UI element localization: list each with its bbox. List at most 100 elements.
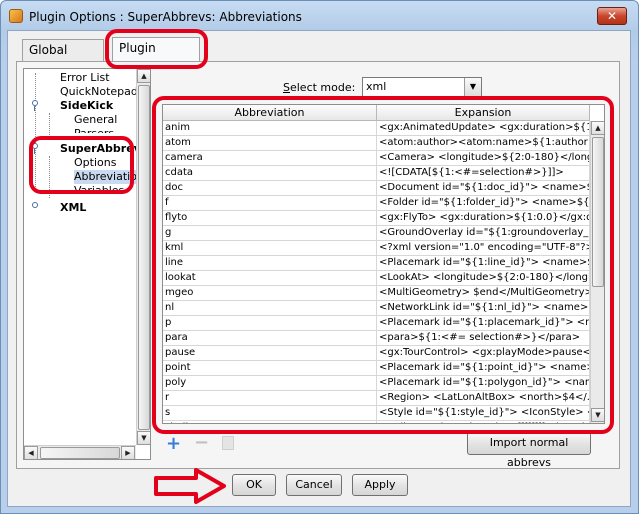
expansion-cell[interactable]: <Region> <LatLonAltBox> <north>$4</... <box>377 391 590 406</box>
table-row[interactable]: line <Placemark id="${1:line_id}"> <name>… <box>163 256 590 271</box>
expansion-cell[interactable]: <![CDATA[${1:<#=selection#>}]]> <box>377 166 590 181</box>
tree-item-general[interactable]: General <box>74 113 117 127</box>
superabbrevs-expander-icon[interactable] <box>32 143 38 149</box>
abbreviation-cell[interactable]: cdata <box>163 166 377 181</box>
expansion-cell[interactable]: <para>${1:<#= selection#>}</para> <box>377 331 590 346</box>
abbreviation-cell[interactable]: pause <box>163 346 377 361</box>
expansion-cell[interactable]: <?xml version="1.0" encoding="UTF-8"?>..… <box>377 241 590 256</box>
expansion-cell[interactable]: <gx:AnimatedUpdate> <gx:duration>${1:... <box>377 121 590 136</box>
abbreviation-cell[interactable]: para <box>163 331 377 346</box>
table-row[interactable]: cdata <![CDATA[${1:<#=selection#>}]]> <box>163 166 590 181</box>
tree-item-xml[interactable]: XML <box>60 201 86 215</box>
abbreviation-cell[interactable]: flyto <box>163 211 377 226</box>
mode-combobox[interactable]: xml ▼ <box>362 77 482 97</box>
scroll-right-icon[interactable]: ▶ <box>121 446 135 459</box>
tree-item-quicknotepad[interactable]: QuickNotepad <box>60 85 138 99</box>
abbreviation-cell[interactable]: p <box>163 316 377 331</box>
tree-item-parsers[interactable]: Parsers <box>74 127 114 133</box>
abbreviation-cell[interactable]: g <box>163 226 377 241</box>
scroll-left-icon[interactable]: ◀ <box>24 446 38 459</box>
expansion-cell[interactable]: <gx:TourControl> <gx:playMode>pause</... <box>377 346 590 361</box>
abbreviation-cell[interactable]: nl <box>163 301 377 316</box>
table-row[interactable]: mgeo <MultiGeometry> $end</MultiGeometry> <box>163 286 590 301</box>
apply-button[interactable]: Apply <box>352 474 408 496</box>
table-row[interactable]: para <para>${1:<#= selection#>}</para> <box>163 331 590 346</box>
table-scroll-down-icon[interactable]: ▼ <box>591 408 604 422</box>
abbreviation-cell[interactable]: lookat <box>163 271 377 286</box>
table-row[interactable]: f <Folder id="${1:folder_id}"> <name>${2:… <box>163 196 590 211</box>
tree-item-abbreviations[interactable]: Abbreviations <box>74 170 136 184</box>
table-row[interactable]: poly <Placemark id="${1:polygon_id}"> <na… <box>163 376 590 391</box>
table-row[interactable]: p <Placemark id="${1:placemark_id}"> <na.… <box>163 316 590 331</box>
tree-item-variables[interactable]: Variables <box>74 184 124 193</box>
abbreviation-cell[interactable]: r <box>163 391 377 406</box>
table-row[interactable]: nl <NetworkLink id="${1:nl_id}"> <name>${… <box>163 301 590 316</box>
scroll-down-icon[interactable]: ▼ <box>137 431 150 445</box>
expansion-cell[interactable]: <Folder id="${1:folder_id}"> <name>${2:f… <box>377 196 590 211</box>
tree-item-sidekick[interactable]: SideKick <box>60 99 113 113</box>
xml-expander-icon[interactable] <box>32 202 38 208</box>
expansion-cell[interactable]: <NetworkLink id="${1:nl_id}"> <name>${..… <box>377 301 590 316</box>
abbreviation-cell[interactable]: mgeo <box>163 286 377 301</box>
abbreviation-cell[interactable]: f <box>163 196 377 211</box>
table-scroll-thumb[interactable] <box>592 137 604 287</box>
import-normal-abbrevs-button[interactable]: Import normal abbrevs <box>467 432 591 469</box>
tree-hscroll-thumb[interactable] <box>40 447 120 459</box>
table-scroll-up-icon[interactable]: ▲ <box>591 121 604 135</box>
title-bar[interactable]: Plugin Options : SuperAbbrevs: Abbreviat… <box>1 1 638 31</box>
table-row[interactable]: doc <Document id="${1:doc_id}"> <name>${.… <box>163 181 590 196</box>
tree-scroll-thumb[interactable] <box>138 85 150 430</box>
expansion-cell[interactable]: <gx:FlyTo> <gx:duration>${1:0.0}</gx:dur… <box>377 211 590 226</box>
abbreviations-table[interactable]: Abbreviation Expansion anim <gx:AnimatedU… <box>162 104 605 424</box>
table-row[interactable]: r <Region> <LatLonAltBox> <north>$4</... <box>163 391 590 406</box>
edit-abbreviation-button[interactable] <box>222 436 234 450</box>
expansion-cell[interactable]: <BalloonStyle> <bgColor>ffffffff</bgColo… <box>377 421 590 423</box>
expansion-cell[interactable]: <atom:author><atom:name>${1:author n... <box>377 136 590 151</box>
remove-abbreviation-button[interactable]: − <box>194 434 209 452</box>
expansion-cell[interactable]: <GroundOverlay id="${1:groundoverlay_id.… <box>377 226 590 241</box>
abbreviation-cell[interactable]: line <box>163 256 377 271</box>
column-header-expansion[interactable]: Expansion <box>377 105 590 121</box>
column-header-abbreviation[interactable]: Abbreviation <box>163 105 377 121</box>
expansion-cell[interactable]: <Camera> <longitude>${2:0-180}</longit..… <box>377 151 590 166</box>
ok-button[interactable]: OK <box>232 474 276 496</box>
expansion-cell[interactable]: <Placemark id="${1:line_id}"> <name>${..… <box>377 256 590 271</box>
add-abbreviation-button[interactable]: + <box>166 435 181 453</box>
expansion-cell[interactable]: <Placemark id="${1:polygon_id}"> <nam... <box>377 376 590 391</box>
tree-vertical-scrollbar[interactable]: ▲ ▼ <box>136 69 150 445</box>
table-row[interactable]: pause <gx:TourControl> <gx:playMode>pause… <box>163 346 590 361</box>
scroll-up-icon[interactable]: ▲ <box>137 69 150 83</box>
chevron-down-icon[interactable]: ▼ <box>464 78 481 96</box>
table-row[interactable]: flyto <gx:FlyTo> <gx:duration>${1:0.0}</g… <box>163 211 590 226</box>
options-tree[interactable]: Error List QuickNotepad SideKick General… <box>23 68 151 460</box>
abbreviation-cell[interactable]: camera <box>163 151 377 166</box>
abbreviation-cell[interactable]: poly <box>163 376 377 391</box>
tree-item-error-list[interactable]: Error List <box>60 71 110 85</box>
table-row[interactable]: lookat <LookAt> <longitude>${2:0-180}</lo… <box>163 271 590 286</box>
tree-item-options[interactable]: Options <box>74 156 116 170</box>
table-row[interactable]: atom <atom:author><atom:name>${1:author n… <box>163 136 590 151</box>
abbreviation-cell[interactable]: point <box>163 361 377 376</box>
expansion-cell[interactable]: <LookAt> <longitude>${2:0-180}</longitu.… <box>377 271 590 286</box>
expansion-cell[interactable]: <Placemark id="${1:placemark_id}"> <na..… <box>377 316 590 331</box>
abbreviation-cell[interactable]: sballoon <box>163 421 377 423</box>
sidekick-expander-icon[interactable] <box>32 100 38 106</box>
expansion-cell[interactable]: <Placemark id="${1:point_id}"> <name>... <box>377 361 590 376</box>
abbreviation-cell[interactable]: anim <box>163 121 377 136</box>
cancel-button[interactable]: Cancel <box>286 474 342 496</box>
table-row[interactable]: anim <gx:AnimatedUpdate> <gx:duration>${1… <box>163 121 590 136</box>
expansion-cell[interactable]: <MultiGeometry> $end</MultiGeometry> <box>377 286 590 301</box>
expansion-cell[interactable]: <Style id="${1:style_id}"> <IconStyle> <… <box>377 406 590 421</box>
close-button[interactable]: ✕ <box>597 7 627 25</box>
table-row[interactable]: g <GroundOverlay id="${1:groundoverlay_id… <box>163 226 590 241</box>
table-vertical-scrollbar[interactable]: ▲ ▼ <box>590 121 604 423</box>
table-row[interactable]: kml <?xml version="1.0" encoding="UTF-8"?… <box>163 241 590 256</box>
abbreviation-cell[interactable]: kml <box>163 241 377 256</box>
abbreviation-cell[interactable]: atom <box>163 136 377 151</box>
tree-item-superabbrevs[interactable]: SuperAbbrevs <box>60 142 147 156</box>
table-row[interactable]: camera <Camera> <longitude>${2:0-180}</lo… <box>163 151 590 166</box>
expansion-cell[interactable]: <Document id="${1:doc_id}"> <name>${... <box>377 181 590 196</box>
table-row[interactable]: s <Style id="${1:style_id}"> <IconStyle> … <box>163 406 590 421</box>
abbreviation-cell[interactable]: doc <box>163 181 377 196</box>
table-row[interactable]: point <Placemark id="${1:point_id}"> <nam… <box>163 361 590 376</box>
